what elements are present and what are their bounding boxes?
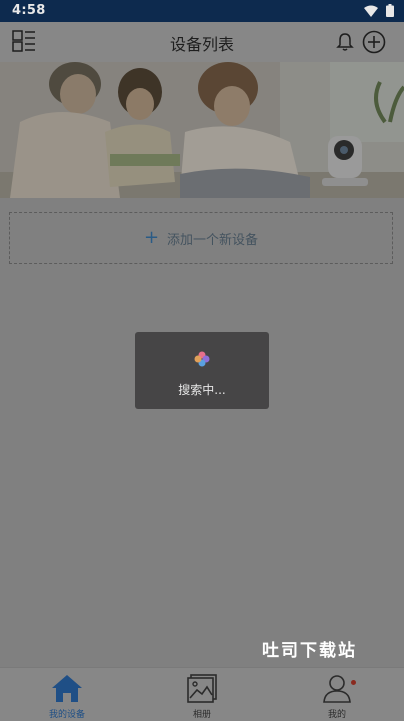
bottom-nav: 我的设备 相册 我的 [0,667,404,721]
header-bar: 设备列表 [0,22,404,62]
add-device-button[interactable]: + 添加一个新设备 [9,212,393,264]
bell-icon[interactable] [336,32,354,52]
album-icon [187,674,217,703]
plus-icon: + [143,227,160,248]
status-time: 4:58 [12,3,46,18]
notification-dot [351,680,356,685]
status-icons [364,4,394,17]
tab-album[interactable]: 相册 [135,668,269,721]
tab-label: 相册 [192,710,211,720]
home-icon [52,675,82,702]
watermark-text: 吐司下载站 [262,641,357,661]
banner-image [0,62,404,198]
add-circle-icon[interactable] [362,30,386,54]
profile-icon [323,675,351,703]
tab-label: 我的 [327,710,346,720]
battery-icon [386,4,394,17]
family-photo [0,62,404,198]
status-bar: 4:58 [0,0,404,22]
wifi-icon [364,5,378,17]
add-device-label: 添加一个新设备 [167,232,259,248]
toast-text: 搜索中... [178,383,226,397]
tab-profile[interactable]: 我的 [270,668,404,721]
loading-toast: 搜索中... [135,332,269,409]
loading-spinner-icon [194,351,210,367]
tab-my-devices[interactable]: 我的设备 [0,668,134,721]
tab-label: 我的设备 [48,710,85,720]
